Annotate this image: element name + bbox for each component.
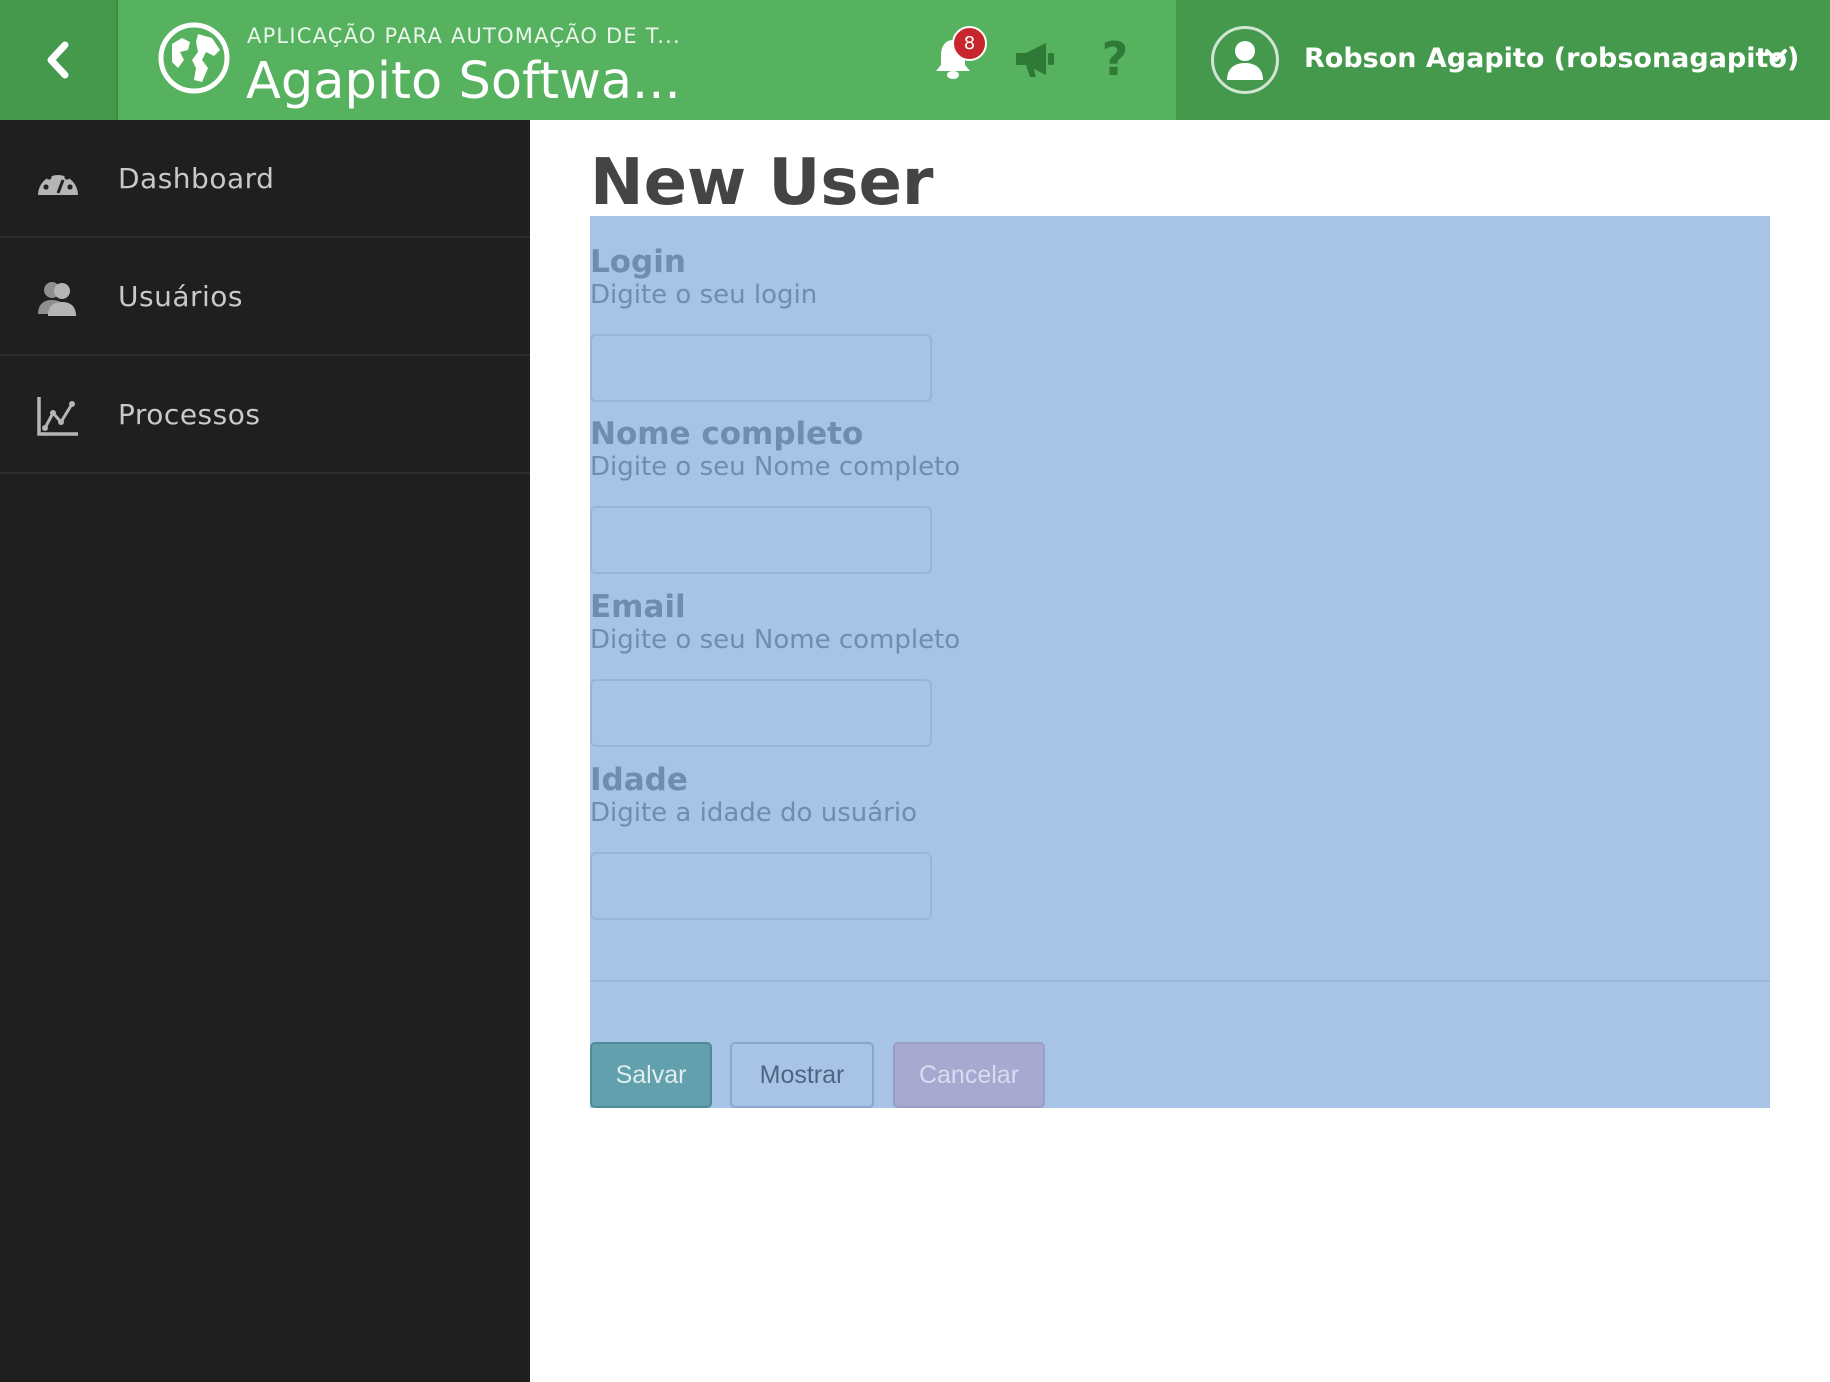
notification-count-badge: 8	[952, 26, 987, 61]
sidebar: Dashboard Usuários Processos	[0, 120, 530, 1382]
new-user-form: Login Digite o seu login Nome completo D…	[590, 216, 1770, 1108]
age-help-text: Digite a idade do usuário	[590, 798, 917, 828]
email-label: Email	[590, 589, 686, 625]
globe-icon	[158, 22, 230, 94]
app-title[interactable]: Agapito Softwa...	[246, 52, 681, 111]
question-icon: ?	[1101, 32, 1129, 86]
chevron-left-icon	[47, 41, 69, 79]
help-button[interactable]: ?	[1084, 28, 1146, 90]
sidebar-item-label: Processos	[118, 398, 261, 431]
user-name: Robson Agapito (robsonagapito)	[1304, 43, 1800, 74]
sidebar-item-label: Usuários	[118, 280, 243, 313]
form-divider	[590, 980, 1770, 982]
chevron-down-icon	[1765, 49, 1787, 62]
megaphone-icon	[1016, 43, 1054, 77]
full-name-input[interactable]	[590, 506, 932, 574]
email-help-text: Digite o seu Nome completo	[590, 625, 961, 655]
dashboard-gauge-icon	[38, 169, 78, 195]
sidebar-item-usuarios[interactable]: Usuários	[0, 238, 530, 356]
sidebar-item-dashboard[interactable]: Dashboard	[0, 120, 530, 238]
page-title: New User	[590, 146, 934, 220]
back-button[interactable]	[0, 0, 118, 120]
line-chart-icon	[37, 397, 78, 436]
email-input[interactable]	[590, 679, 932, 747]
top-header: APLICAÇÃO PARA AUTOMAÇÃO DE T... Agapito…	[0, 0, 1830, 120]
login-input[interactable]	[590, 334, 932, 402]
full-name-help-text: Digite o seu Nome completo	[590, 452, 961, 482]
users-icon	[38, 282, 76, 316]
sidebar-item-label: Dashboard	[118, 162, 275, 195]
app-subtitle: APLICAÇÃO PARA AUTOMAÇÃO DE T...	[247, 24, 681, 48]
cancel-button[interactable]: Cancelar	[893, 1042, 1045, 1108]
login-help-text: Digite o seu login	[590, 280, 818, 310]
announcements-button[interactable]	[1004, 28, 1066, 90]
user-menu[interactable]: Robson Agapito (robsonagapito)	[1176, 0, 1830, 120]
login-label: Login	[590, 244, 686, 280]
full-name-label: Nome completo	[590, 416, 864, 452]
user-silhouette-icon	[1227, 41, 1263, 80]
show-button[interactable]: Mostrar	[730, 1042, 874, 1108]
save-button[interactable]: Salvar	[590, 1042, 712, 1108]
age-label: Idade	[590, 762, 688, 798]
avatar	[1211, 26, 1279, 94]
sidebar-item-processos[interactable]: Processos	[0, 356, 530, 474]
age-input[interactable]	[590, 852, 932, 920]
